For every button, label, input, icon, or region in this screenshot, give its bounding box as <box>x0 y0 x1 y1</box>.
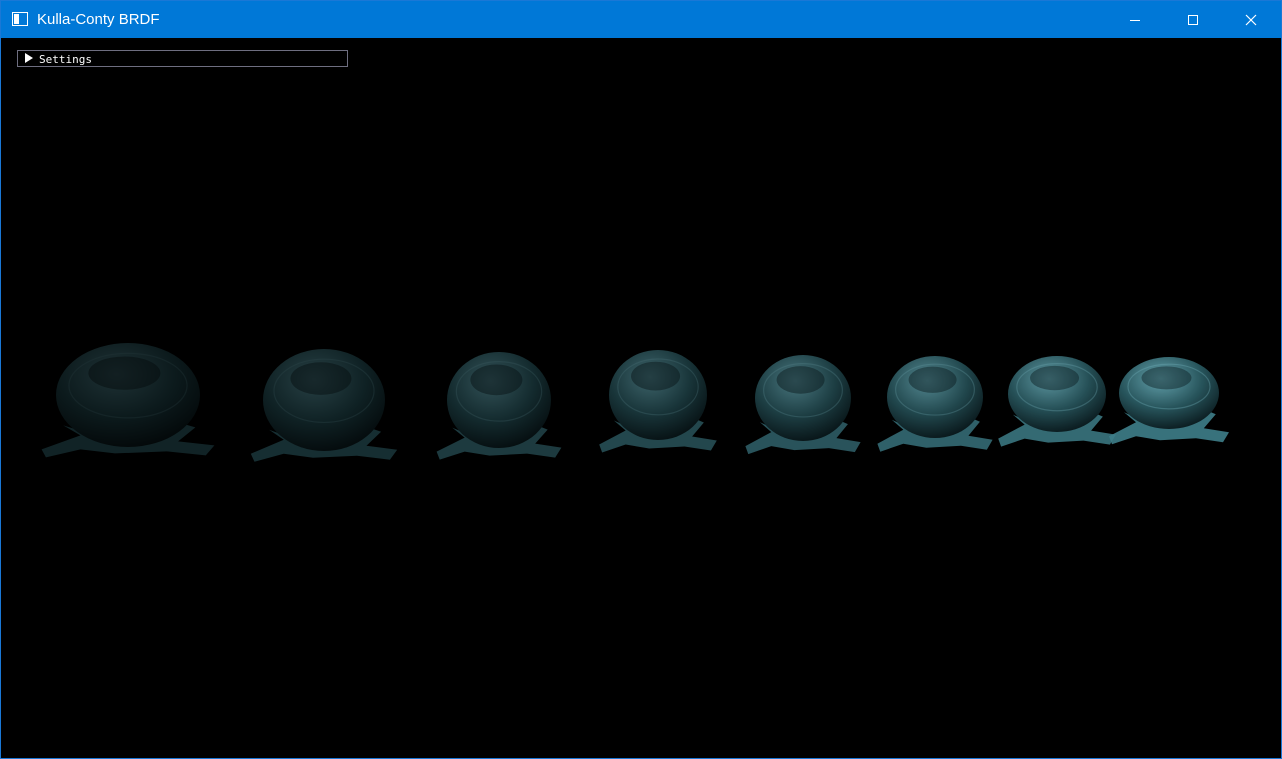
brdf-scene <box>41 343 1229 462</box>
settings-label: Settings <box>39 53 92 66</box>
close-button[interactable] <box>1222 1 1280 38</box>
sphere-cap <box>631 361 681 391</box>
material-sphere <box>745 355 861 455</box>
sphere-cap <box>88 356 161 390</box>
close-icon <box>1245 14 1257 25</box>
sphere-cap <box>908 366 957 393</box>
title-bar[interactable]: Kulla-Conty BRDF <box>1 1 1281 38</box>
settings-collapsing-header[interactable]: Settings <box>17 50 348 67</box>
material-sphere <box>250 349 398 462</box>
sphere-cap <box>290 362 352 395</box>
material-sphere <box>41 343 215 458</box>
triangle-right-icon <box>25 53 33 63</box>
material-sphere <box>998 356 1116 447</box>
minimize-icon <box>1130 19 1140 21</box>
sphere-cap <box>776 366 825 394</box>
material-sphere <box>436 352 562 460</box>
window-title: Kulla-Conty BRDF <box>37 11 160 28</box>
render-viewport[interactable]: Settings <box>2 38 1281 758</box>
minimize-button[interactable] <box>1106 1 1164 38</box>
app-window-icon <box>12 12 28 26</box>
maximize-button[interactable] <box>1164 1 1222 38</box>
sphere-cap <box>1030 365 1080 391</box>
material-sphere <box>877 356 993 452</box>
material-sphere <box>599 350 717 453</box>
material-sphere <box>1109 357 1229 445</box>
maximize-icon <box>1188 14 1198 25</box>
sphere-cap <box>1141 366 1192 390</box>
sphere-cap <box>470 364 523 396</box>
app-window: Kulla-Conty BRDF Settings <box>0 0 1282 759</box>
